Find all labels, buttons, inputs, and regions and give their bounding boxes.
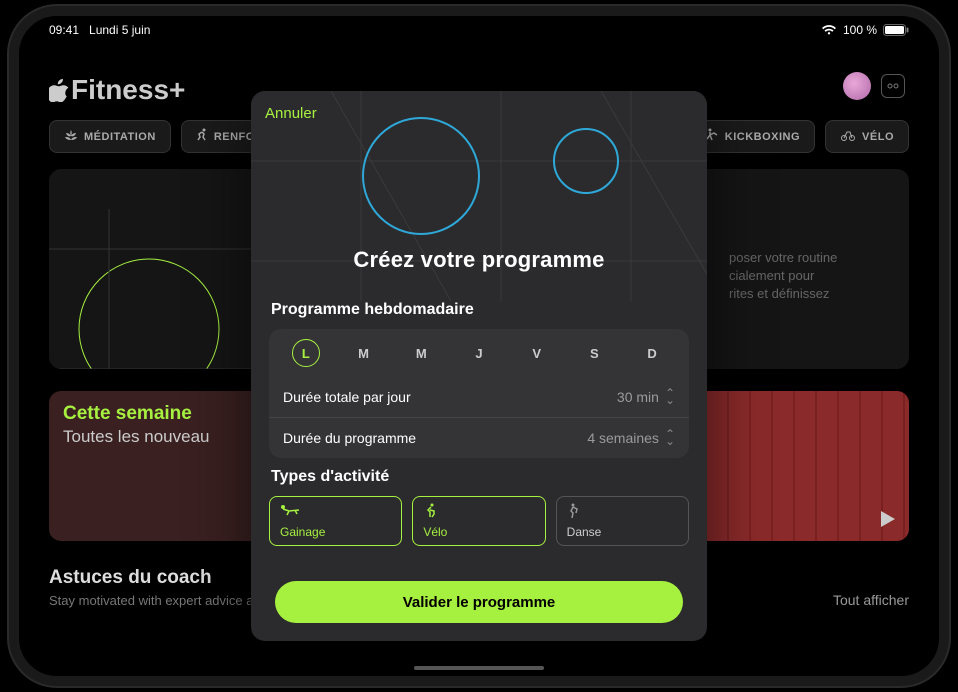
row-label: Durée du programme <box>283 430 416 446</box>
category-label: RENFO <box>214 131 255 143</box>
runner-icon <box>196 128 208 145</box>
duration-per-day-row[interactable]: Durée totale par jour 30 min ⌃⌄ <box>269 377 689 417</box>
stepper-icon: ⌃⌄ <box>665 431 675 445</box>
row-value: 30 min <box>617 389 659 405</box>
schedule-box: L M M J V S D Durée totale par jour 30 m… <box>269 329 689 458</box>
modal-title: Créez votre programme <box>251 247 707 273</box>
day-thursday[interactable]: J <box>465 339 493 367</box>
battery-icon <box>883 24 909 36</box>
schedule-section-label: Programme hebdomadaire <box>271 301 689 319</box>
day-wednesday[interactable]: M <box>407 339 435 367</box>
cancel-button[interactable]: Annuler <box>265 105 317 122</box>
status-battery-pct: 100 % <box>843 23 877 37</box>
summary-button[interactable] <box>881 74 905 98</box>
row-label: Durée totale par jour <box>283 389 411 405</box>
week-card-title: Cette semaine <box>63 403 192 425</box>
activity-velo[interactable]: Vélo <box>412 496 545 546</box>
create-plan-modal: Annuler Créez votre programme Programme … <box>251 91 707 641</box>
activity-label: Vélo <box>423 525 534 539</box>
activity-label: Gainage <box>280 525 391 539</box>
category-label: MÉDITATION <box>84 131 156 143</box>
dance-icon <box>567 503 678 522</box>
activities-section-label: Types d'activité <box>271 468 689 486</box>
week-card-subtitle: Toutes les nouveau <box>63 427 210 447</box>
hero-description: poser votre routine cialement pour rites… <box>729 249 889 304</box>
apple-icon <box>49 78 69 102</box>
activity-picker: Gainage Vélo Danse <box>269 496 689 546</box>
category-kickboxing[interactable]: KICKBOXING <box>690 120 815 153</box>
day-tuesday[interactable]: M <box>350 339 378 367</box>
day-sunday[interactable]: D <box>638 339 666 367</box>
stepper-icon: ⌃⌄ <box>665 390 675 404</box>
status-bar: 09:41 Lundi 5 juin 100 % <box>19 16 939 44</box>
status-time: 09:41 <box>49 23 79 37</box>
app-logo-text: Fitness+ <box>71 74 185 106</box>
day-friday[interactable]: V <box>523 339 551 367</box>
show-all-link[interactable]: Tout afficher <box>833 592 909 608</box>
wifi-icon <box>821 24 837 36</box>
modal-hero: Annuler Créez votre programme <box>251 91 707 291</box>
category-label: KICKBOXING <box>725 131 800 143</box>
weekday-picker: L M M J V S D <box>269 329 689 377</box>
home-indicator[interactable] <box>414 666 544 670</box>
category-meditation[interactable]: MÉDITATION <box>49 120 171 153</box>
avatar[interactable] <box>843 72 871 100</box>
plan-length-row[interactable]: Durée du programme 4 semaines ⌃⌄ <box>269 417 689 458</box>
activity-danse[interactable]: Danse <box>556 496 689 546</box>
category-velo[interactable]: VÉLO <box>825 120 909 153</box>
submit-plan-button[interactable]: Valider le programme <box>275 581 683 623</box>
core-icon <box>280 503 391 519</box>
day-monday[interactable]: L <box>292 339 320 367</box>
status-date: Lundi 5 juin <box>89 23 150 37</box>
app-logo: Fitness+ <box>49 74 185 106</box>
activity-label: Danse <box>567 525 678 539</box>
lotus-icon <box>64 129 78 144</box>
ipad-frame: 09:41 Lundi 5 juin 100 % Fitness+ <box>9 6 949 686</box>
category-label: VÉLO <box>862 131 894 143</box>
bike-icon <box>840 129 856 144</box>
row-value: 4 semaines <box>587 430 659 446</box>
activity-gainage[interactable]: Gainage <box>269 496 402 546</box>
day-saturday[interactable]: S <box>580 339 608 367</box>
play-icon <box>881 511 895 527</box>
bike-icon <box>423 503 534 522</box>
